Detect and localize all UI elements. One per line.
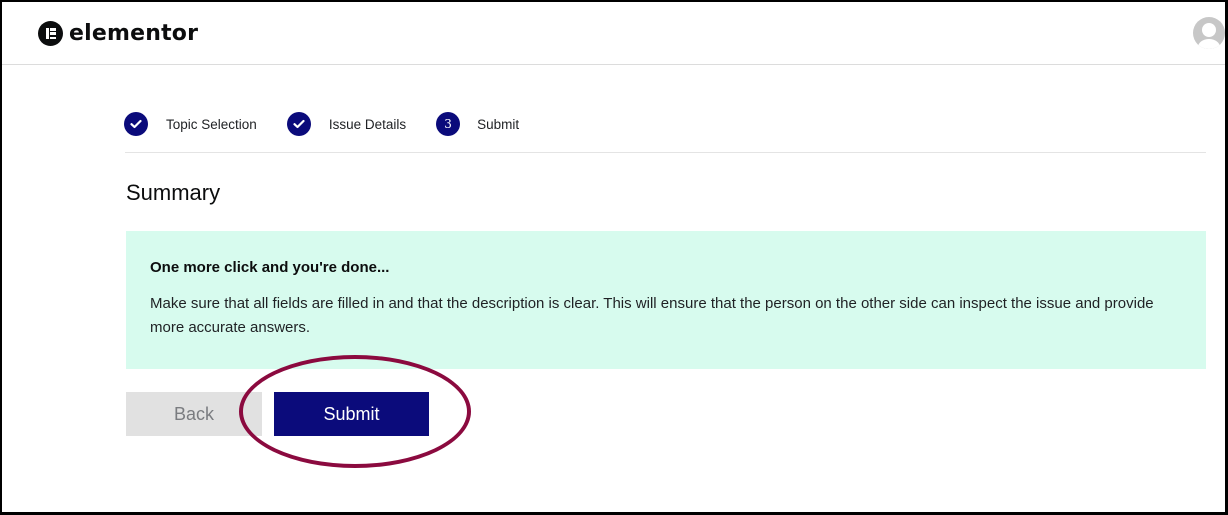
step-number-badge: 3 [436, 112, 461, 136]
step-issue-details[interactable]: Issue Details [286, 112, 407, 136]
step-label: Submit [477, 116, 520, 132]
steps-divider [125, 152, 1206, 153]
check-icon [286, 112, 311, 136]
step-submit: 3 Submit [436, 112, 519, 136]
submit-button[interactable]: Submit [274, 392, 429, 436]
page-frame: elementor Topic Selection Issue Details … [0, 0, 1228, 515]
page-title: Summary [126, 180, 221, 205]
check-icon [124, 112, 148, 136]
user-avatar-icon[interactable] [1193, 17, 1225, 49]
notice-body: Make sure that all fields are filled in … [150, 295, 1154, 336]
notice-heading: One more click and you're done... [150, 259, 390, 276]
logo-text: elementor [69, 21, 199, 46]
step-topic-selection[interactable]: Topic Selection [124, 112, 257, 136]
elementor-logo[interactable]: elementor [38, 21, 198, 46]
header: elementor [2, 2, 1225, 65]
summary-notice: One more click and you're done... Make s… [126, 231, 1206, 369]
back-button[interactable]: Back [126, 392, 262, 436]
step-label: Topic Selection [166, 116, 257, 132]
elementor-logo-icon [38, 21, 63, 46]
step-label: Issue Details [328, 116, 407, 132]
progress-steps: Topic Selection Issue Details 3 Submit [124, 112, 549, 136]
